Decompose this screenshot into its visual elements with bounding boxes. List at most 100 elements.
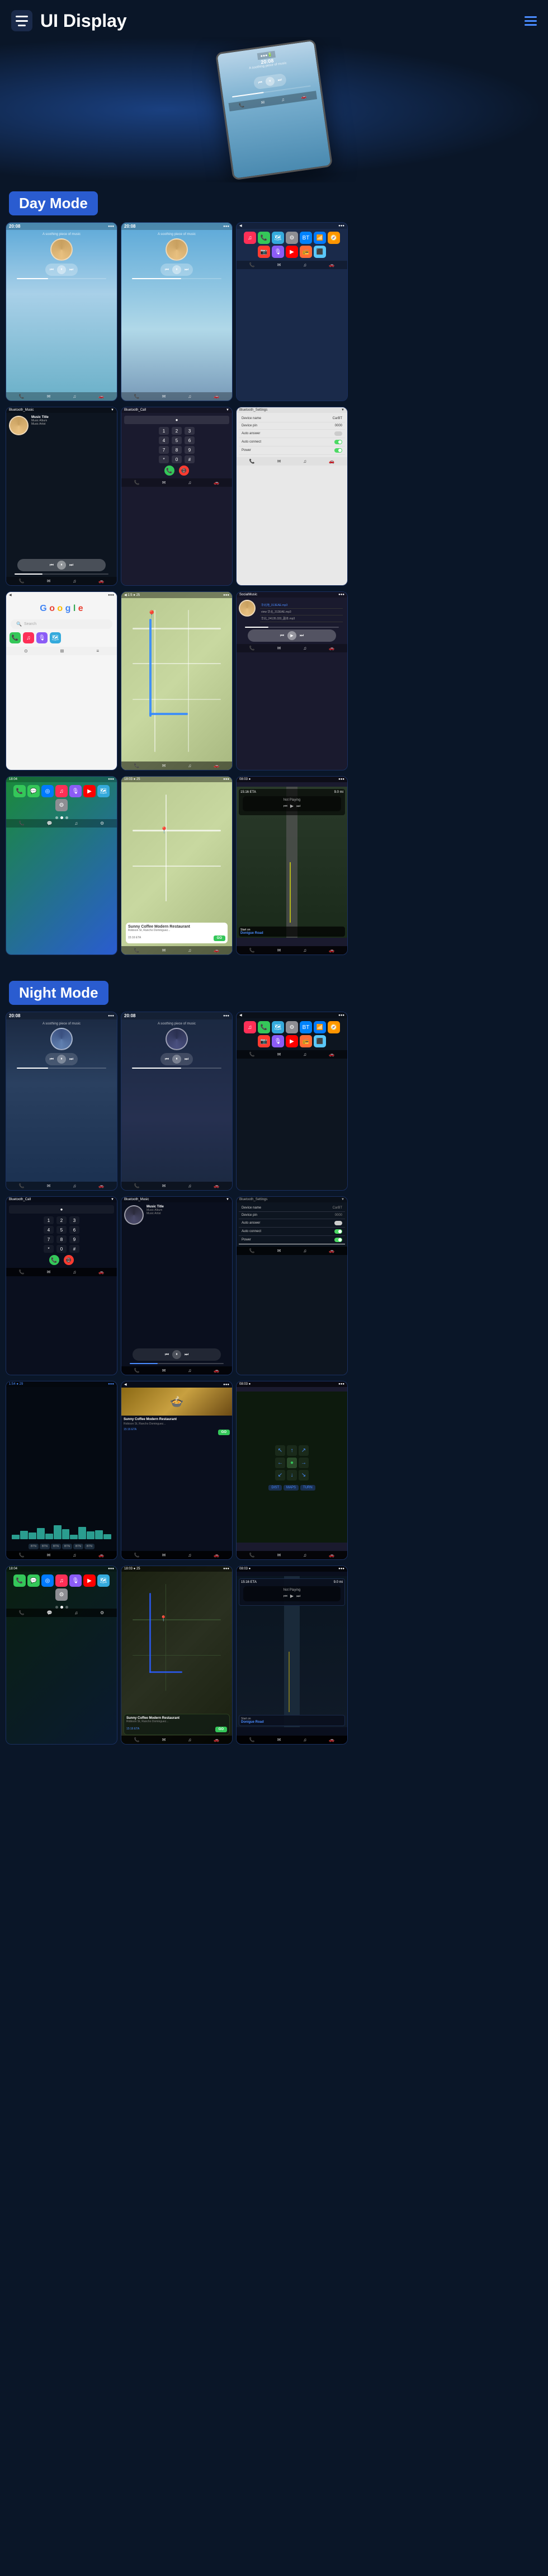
nag-settings[interactable]: ⚙	[286, 1021, 298, 1033]
food-go-btn[interactable]: GO	[218, 1430, 230, 1435]
nh1-nav-4[interactable]: 🚗	[98, 1183, 104, 1188]
n-auto-connect-toggle[interactable]	[334, 1229, 342, 1234]
nr-nav[interactable]: 📞 ✉ ♫ 🚗	[237, 1551, 347, 1559]
neta-nav-4[interactable]: 🚗	[329, 1737, 334, 1742]
nnp-play[interactable]: ▶	[290, 1593, 294, 1599]
nios-nav[interactable]: 📞 💬 ♫ ⚙	[6, 1609, 117, 1617]
nbts-nav-1[interactable]: 📞	[249, 1248, 255, 1253]
cp-nav-dash[interactable]: ⊞	[60, 648, 64, 654]
nw-nav-1[interactable]: 📞	[19, 1553, 25, 1558]
eta-nav-4[interactable]: 🚗	[329, 948, 334, 953]
nios-msg[interactable]: 💬	[27, 1574, 40, 1587]
dh2-nav-music[interactable]: ♫	[188, 394, 191, 399]
nh2-controls[interactable]: ⏮ ⏸ ⏭	[160, 1053, 193, 1065]
ios-msg[interactable]: 💬	[27, 785, 40, 797]
ios-nav-3[interactable]: ♫	[74, 821, 78, 826]
dh1-next[interactable]: ⏭	[69, 267, 73, 272]
nbtc-nav-4[interactable]: 🚗	[98, 1270, 104, 1275]
nios-safari[interactable]: ◎	[41, 1574, 54, 1587]
nr-ctrl-1[interactable]: DIST	[268, 1485, 282, 1491]
nag-pod[interactable]: 🎙	[272, 1035, 284, 1047]
ndial-0[interactable]: 0	[56, 1245, 67, 1253]
bt-music-play[interactable]: ⏸	[57, 561, 66, 570]
map-nav-1[interactable]: 📞	[134, 763, 140, 768]
dh1-prev[interactable]: ⏮	[50, 267, 54, 272]
nbtc-nav-3[interactable]: ♫	[73, 1270, 76, 1275]
dial-9[interactable]: 9	[185, 446, 195, 454]
not-playing-controls[interactable]: ⏮ ▶ ⏭	[245, 803, 339, 809]
nh1-play[interactable]: ⏸	[57, 1055, 66, 1064]
sm-song-3[interactable]: 华北_24135.333_副本.mp3	[260, 615, 343, 622]
ndial-1[interactable]: 1	[44, 1216, 54, 1224]
nh2-next[interactable]: ⏭	[185, 1056, 188, 1062]
sm-nav-1[interactable]: 📞	[249, 646, 255, 651]
nag-bt[interactable]: BT	[300, 1021, 312, 1033]
ndial-2[interactable]: 2	[56, 1216, 67, 1224]
np-prev[interactable]: ⏮	[284, 803, 287, 809]
nag-nav-3[interactable]: ♫	[303, 1052, 306, 1057]
ios-tel[interactable]: 📞	[13, 785, 26, 797]
nag-nav-4[interactable]: 🚗	[329, 1052, 334, 1057]
app-music[interactable]: ♫	[244, 232, 256, 244]
dh2-prev[interactable]: ⏮	[165, 267, 169, 272]
nbtm-nav-3[interactable]: ♫	[188, 1368, 191, 1373]
dh1-nav-mail[interactable]: ✉	[47, 394, 51, 399]
nsunny-nav-3[interactable]: ♫	[188, 1737, 191, 1742]
call-end-btn[interactable]: 📵	[179, 466, 189, 476]
ncall-end[interactable]: 📵	[64, 1255, 74, 1265]
nav-music[interactable]: ♫	[281, 97, 285, 102]
dh2-nav-auto[interactable]: 🚗	[214, 394, 219, 399]
btc-nav-3[interactable]: ♫	[188, 480, 191, 485]
power-toggle[interactable]	[334, 448, 342, 453]
nsunny-nav-2[interactable]: ✉	[162, 1737, 166, 1742]
nios-maps[interactable]: 🗺	[97, 1574, 110, 1587]
nbtm-next[interactable]: ⏭	[185, 1352, 188, 1357]
nh2-play[interactable]: ⏸	[172, 1055, 181, 1064]
ndial-5[interactable]: 5	[56, 1226, 67, 1234]
map-nav-4[interactable]: 🚗	[214, 763, 219, 768]
nbts-nav-3[interactable]: ♫	[303, 1248, 306, 1253]
nr-nav-3[interactable]: ♫	[303, 1553, 306, 1558]
dh2-next[interactable]: ⏭	[185, 267, 188, 272]
cp-nav[interactable]: ⊙ ⊞ ≡	[6, 647, 117, 655]
nsunny-nav-4[interactable]: 🚗	[214, 1737, 219, 1742]
bt-music-prev[interactable]: ⏮	[50, 562, 54, 568]
nh2-nav-3[interactable]: ♫	[188, 1183, 191, 1188]
nbtc-nav-1[interactable]: 📞	[19, 1270, 25, 1275]
bts-nav-2[interactable]: ✉	[277, 459, 281, 464]
app-generic[interactable]: ⬛	[314, 246, 326, 258]
ag-nav-dial[interactable]: 📞	[249, 262, 255, 267]
app-radio[interactable]: 📻	[300, 246, 312, 258]
ndial-hash[interactable]: #	[69, 1245, 79, 1253]
dial-5[interactable]: 5	[172, 436, 182, 444]
nh2-nav-1[interactable]: 📞	[134, 1183, 140, 1188]
app-maps[interactable]: 🗺	[272, 232, 284, 244]
dial-4[interactable]: 4	[159, 436, 169, 444]
nag-wifi[interactable]: 📶	[314, 1021, 326, 1033]
search-box[interactable]: 🔍 Search	[11, 619, 112, 629]
ios-nav-1[interactable]: 📞	[19, 821, 25, 826]
sunny-nav-2[interactable]: ✉	[162, 948, 166, 953]
sm-next[interactable]: ⏭	[300, 633, 304, 638]
n-settings-ac[interactable]: Auto connect	[239, 1228, 345, 1236]
nh1-controls[interactable]: ⏮ ⏸ ⏭	[45, 1053, 78, 1065]
cp-pod[interactable]: 🎙	[36, 632, 48, 643]
sm-song-1[interactable]: 华北地_313EAE.mp3	[260, 602, 343, 609]
nbtm-controls[interactable]: ⏮ ⏸ ⏭	[133, 1348, 221, 1361]
ndial-3[interactable]: 3	[69, 1216, 79, 1224]
nw-btn-5[interactable]: BTN	[73, 1544, 83, 1549]
btc-nav-4[interactable]: 🚗	[214, 480, 219, 485]
menu-icon[interactable]	[11, 10, 32, 31]
n-auto-answer-toggle[interactable]	[334, 1221, 342, 1225]
ios-nav-2[interactable]: 💬	[47, 821, 53, 826]
cp-maps[interactable]: 🗺	[50, 632, 61, 643]
ios-maps[interactable]: 🗺	[97, 785, 110, 797]
dh2-nav-mail[interactable]: ✉	[162, 394, 166, 399]
sunny-nav-1[interactable]: 📞	[134, 948, 140, 953]
food-nav-4[interactable]: 🚗	[214, 1553, 219, 1558]
dial-6[interactable]: 6	[185, 436, 195, 444]
app-tel[interactable]: 📞	[258, 232, 270, 244]
ios-yt[interactable]: ▶	[83, 785, 96, 797]
settings-auto-answer[interactable]: Auto answer	[239, 430, 345, 438]
hero-play-btn[interactable]: ⏸	[265, 76, 275, 86]
